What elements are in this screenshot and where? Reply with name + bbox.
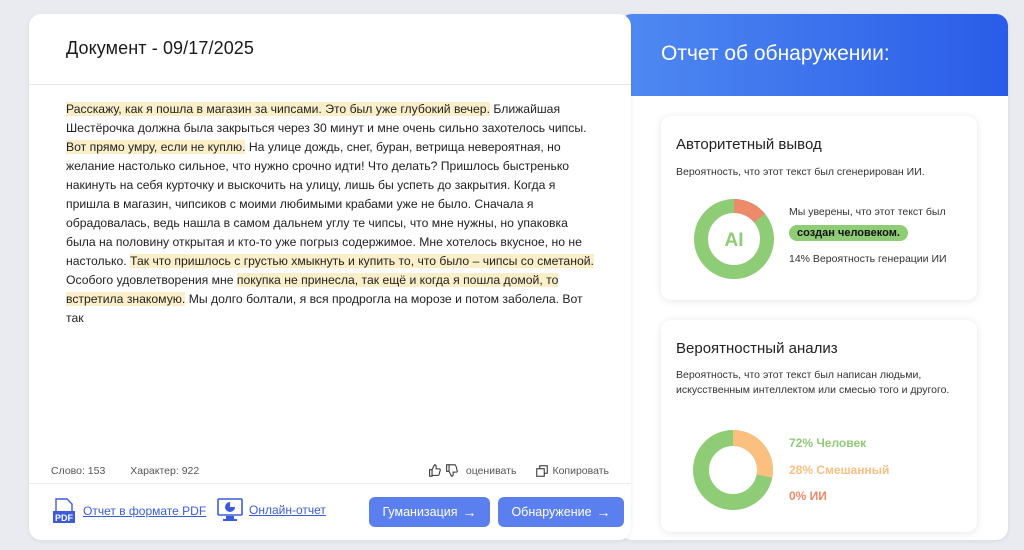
verdict-text: создан человеком. (789, 225, 908, 241)
word-count: Слово: 153 (51, 465, 106, 477)
arrow-right-icon: → (462, 504, 477, 520)
ai-probability: 14% Вероятность генерации ИИ (789, 253, 947, 265)
legend-ai: 0% ИИ (789, 489, 827, 503)
rate-group: оценивать (428, 464, 517, 477)
probabilistic-donut (693, 430, 773, 510)
pdf-link-label: Отчет в формате PDF (83, 504, 207, 518)
document-text: Расскажу, как я пошла в магазин за чипса… (66, 100, 596, 328)
probabilistic-desc: Вероятность, что этот текст был написан … (676, 369, 950, 396)
detect-label: Обнаружение (511, 505, 592, 519)
legend-human: 72% Человек (789, 436, 867, 450)
copy-label: Копировать (552, 464, 609, 477)
authoritative-title: Авторитетный вывод (676, 136, 822, 153)
rate-label[interactable]: оценивать (466, 465, 517, 477)
highlighted-segment: Расскажу, как я пошла в магазин за чипса… (66, 102, 490, 116)
humanize-button[interactable]: Гуманизация → (369, 497, 490, 527)
char-count: Характер: 922 (130, 465, 200, 477)
footer-divider (29, 483, 631, 484)
confidence-text: Мы уверены, что этот текст был (789, 206, 946, 218)
report-title: Отчет об обнаружении: (661, 42, 890, 65)
pdf-report-link[interactable]: PDF Отчет в формате PDF (51, 498, 206, 524)
detection-report-panel: Отчет об обнаружении: Авторитетный вывод… (620, 14, 1008, 540)
pdf-file-icon: PDF (53, 498, 75, 523)
text-segment: Особого удовлетворения мне (66, 273, 237, 287)
arrow-right-icon: → (596, 504, 611, 520)
monitor-chart-icon (217, 498, 243, 521)
legend-mixed: 28% Смешанный (789, 463, 890, 477)
copy-button[interactable]: Копировать (536, 465, 609, 477)
copy-icon (536, 464, 549, 477)
document-title: Документ - 09/17/2025 (66, 38, 255, 58)
highlighted-segment: Вот прямо умру, если не куплю. (66, 140, 246, 154)
document-card: Документ - 09/17/2025 Расскажу, как я по… (29, 14, 631, 540)
probabilistic-title: Вероятностный анализ (676, 340, 838, 357)
highlighted-segment: Так что пришлось с грустью хмыкнуть и ку… (130, 254, 594, 268)
divider (29, 84, 631, 85)
document-actions: оценивать Копировать (408, 464, 609, 477)
humanize-label: Гуманизация (382, 505, 458, 519)
ai-center-label: AI (725, 230, 744, 251)
svg-text:PDF: PDF (55, 513, 74, 523)
probabilistic-card: Вероятностный анализ Вероятность, что эт… (661, 320, 977, 532)
thumbs-up-icon[interactable] (428, 464, 441, 477)
authoritative-donut: AI (694, 199, 774, 279)
online-link-label: Онлайн-отчет (249, 503, 326, 517)
thumbs-down-icon[interactable] (445, 464, 458, 477)
authoritative-desc: Вероятность, что этот текст был сгенерир… (676, 166, 925, 178)
online-report-link[interactable]: Онлайн-отчет (217, 498, 326, 522)
verdict-badge: создан человеком. (789, 223, 908, 241)
document-stats: Слово: 153 Характер: 922 (51, 465, 221, 477)
authoritative-card: Авторитетный вывод Вероятность, что этот… (661, 116, 977, 300)
detect-button[interactable]: Обнаружение → (498, 497, 624, 527)
text-segment: На улице дождь, снег, буран, ветрища нев… (66, 140, 582, 268)
